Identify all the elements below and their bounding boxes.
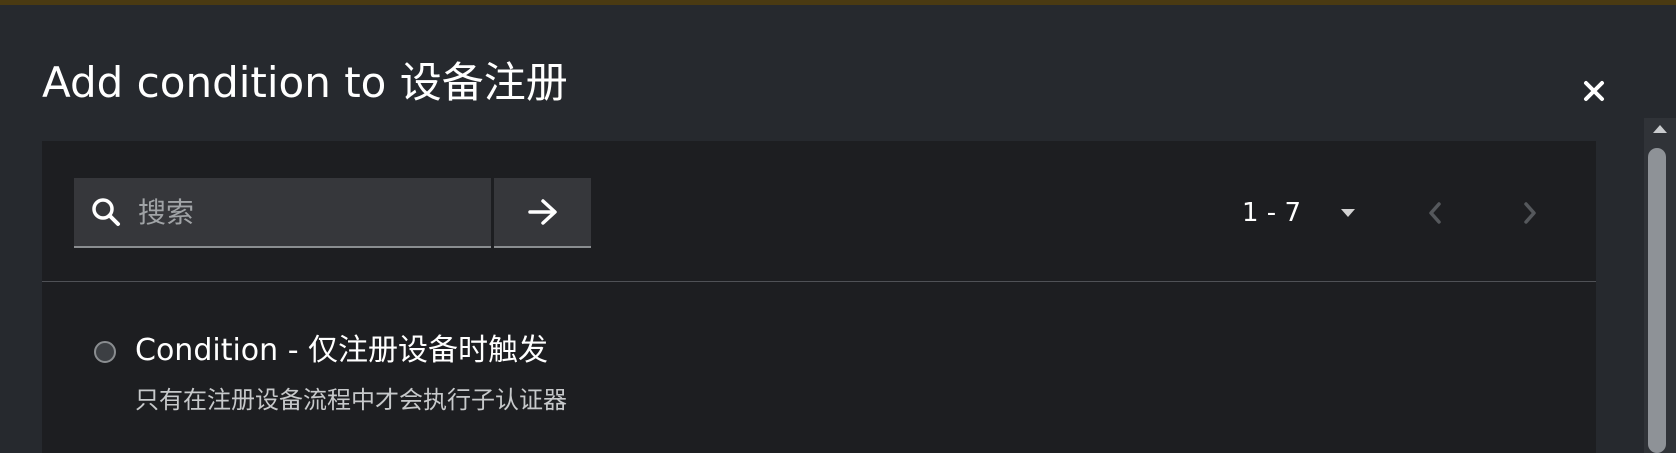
- previous-page-button[interactable]: [1415, 193, 1455, 233]
- list-item-description: 只有在注册设备流程中才会执行子认证器: [135, 386, 567, 414]
- scroll-up-arrow-icon: [1653, 125, 1667, 133]
- search-icon: [90, 196, 122, 228]
- chevron-left-icon: [1429, 202, 1441, 224]
- search-submit-button[interactable]: [494, 178, 591, 248]
- pagination-range-toggle[interactable]: 1 - 7: [1242, 193, 1359, 233]
- arrow-right-icon: [527, 199, 557, 225]
- search-input[interactable]: [136, 191, 491, 233]
- caret-down-icon: [1337, 202, 1359, 224]
- chevron-right-icon: [1524, 202, 1536, 224]
- close-button[interactable]: [1578, 75, 1610, 107]
- next-page-button[interactable]: [1510, 193, 1550, 233]
- pagination-range: 1 - 7: [1242, 198, 1301, 228]
- search-field[interactable]: [74, 178, 491, 248]
- list-item-title: Condition - 仅注册设备时触发: [135, 333, 549, 368]
- vertical-scrollbar[interactable]: [1644, 118, 1676, 453]
- condition-radio[interactable]: [94, 341, 116, 363]
- scrollbar-thumb[interactable]: [1648, 148, 1666, 453]
- condition-list-panel: 1 - 7 Condition - 仅注册设备时触发 只有在注册设备流程中才会执…: [42, 141, 1596, 453]
- scroll-up-button[interactable]: [1644, 118, 1676, 140]
- modal-title: Add condition to 设备注册: [42, 58, 568, 107]
- toolbar: 1 - 7: [42, 141, 1596, 282]
- close-icon: [1584, 81, 1604, 101]
